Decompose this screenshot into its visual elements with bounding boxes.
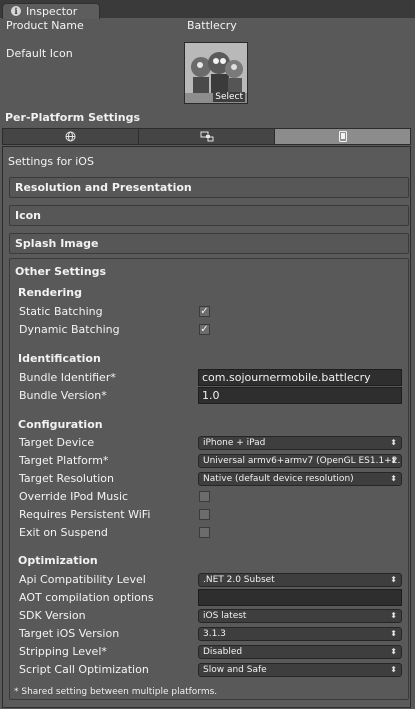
updown-arrow-icon: ⬍ bbox=[390, 611, 397, 620]
api-level-label: Api Compatibility Level bbox=[19, 573, 146, 586]
checkmark-icon: ✓ bbox=[200, 306, 209, 317]
product-name-field[interactable]: Battlecry bbox=[187, 19, 237, 32]
per-platform-title: Per-Platform Settings bbox=[5, 111, 141, 124]
tab-web-platform[interactable] bbox=[3, 129, 139, 144]
bundle-identifier-field[interactable]: com.sojournermobile.battlecry bbox=[198, 369, 402, 386]
bundle-version-field[interactable]: 1.0 bbox=[198, 387, 402, 404]
target-device-dropdown[interactable]: iPhone + iPad ⬍ bbox=[198, 436, 402, 450]
target-resolution-label: Target Resolution bbox=[19, 472, 115, 485]
dynamic-batching-label: Dynamic Batching bbox=[19, 323, 120, 336]
section-other-settings: Other Settings Rendering Static Batching… bbox=[9, 258, 409, 700]
product-name-label: Product Name bbox=[6, 19, 84, 32]
info-icon: i bbox=[11, 6, 21, 16]
override-ipod-checkbox[interactable] bbox=[199, 491, 210, 502]
updown-arrow-icon: ⬍ bbox=[390, 474, 397, 483]
select-icon-button[interactable]: Select bbox=[213, 92, 245, 102]
tab-ios-platform[interactable] bbox=[275, 129, 410, 144]
script-call-value: Slow and Safe bbox=[203, 665, 267, 675]
bundle-version-label: Bundle Version* bbox=[19, 389, 107, 402]
bundle-identifier-label: Bundle Identifier* bbox=[19, 371, 116, 384]
updown-arrow-icon: ⬍ bbox=[390, 456, 397, 465]
dynamic-batching-checkbox[interactable]: ✓ bbox=[199, 324, 210, 335]
target-platform-label: Target Platform* bbox=[19, 454, 109, 467]
globe-icon bbox=[65, 131, 76, 142]
sdk-version-label: SDK Version bbox=[19, 609, 86, 622]
section-resolution-title: Resolution and Presentation bbox=[15, 181, 192, 194]
api-level-value: .NET 2.0 Subset bbox=[203, 575, 275, 585]
section-icon[interactable]: Icon bbox=[9, 205, 409, 226]
checkmark-icon: ✓ bbox=[200, 324, 209, 335]
target-resolution-value: Native (default device resolution) bbox=[203, 474, 354, 484]
target-resolution-dropdown[interactable]: Native (default device resolution) ⬍ bbox=[198, 472, 402, 486]
default-icon-label: Default Icon bbox=[6, 47, 73, 60]
identification-heading: Identification bbox=[18, 352, 101, 365]
tab-inspector[interactable]: i Inspector bbox=[2, 3, 100, 19]
tab-standalone-platform[interactable] bbox=[139, 129, 275, 144]
updown-arrow-icon: ⬍ bbox=[390, 665, 397, 674]
updown-arrow-icon: ⬍ bbox=[390, 575, 397, 584]
aot-options-field[interactable] bbox=[198, 589, 402, 606]
settings-for-label: Settings for iOS bbox=[8, 155, 94, 168]
section-icon-title: Icon bbox=[15, 209, 42, 222]
optimization-heading: Optimization bbox=[18, 554, 98, 567]
script-call-dropdown[interactable]: Slow and Safe ⬍ bbox=[198, 663, 402, 677]
stripping-level-dropdown[interactable]: Disabled ⬍ bbox=[198, 645, 402, 659]
static-batching-checkbox[interactable]: ✓ bbox=[199, 306, 210, 317]
tab-inspector-label: Inspector bbox=[26, 5, 78, 18]
standalone-platform-icon bbox=[200, 131, 213, 142]
updown-arrow-icon: ⬍ bbox=[390, 629, 397, 638]
section-other-title[interactable]: Other Settings bbox=[15, 265, 106, 278]
shared-setting-footnote: * Shared setting between multiple platfo… bbox=[14, 687, 218, 697]
target-platform-value: Universal armv6+armv7 (OpenGL ES1.1+2.0) bbox=[203, 456, 402, 466]
exit-on-suspend-label: Exit on Suspend bbox=[19, 526, 108, 539]
script-call-label: Script Call Optimization bbox=[19, 663, 149, 676]
exit-on-suspend-checkbox[interactable] bbox=[199, 527, 210, 538]
configuration-heading: Configuration bbox=[18, 418, 103, 431]
rendering-heading: Rendering bbox=[18, 286, 82, 299]
target-ios-label: Target iOS Version bbox=[19, 627, 120, 640]
target-device-label: Target Device bbox=[19, 436, 95, 449]
section-splash-image[interactable]: Splash Image bbox=[9, 233, 409, 254]
sdk-version-dropdown[interactable]: iOS latest ⬍ bbox=[198, 609, 402, 623]
override-ipod-label: Override IPod Music bbox=[19, 490, 129, 503]
ios-device-icon bbox=[338, 131, 347, 142]
persistent-wifi-checkbox[interactable] bbox=[199, 509, 210, 520]
section-splash-title: Splash Image bbox=[15, 237, 99, 250]
target-ios-dropdown[interactable]: 3.1.3 ⬍ bbox=[198, 627, 402, 641]
tab-bar: i Inspector bbox=[0, 0, 415, 19]
ios-settings-panel: Settings for iOS Resolution and Presenta… bbox=[2, 146, 411, 708]
target-platform-dropdown[interactable]: Universal armv6+armv7 (OpenGL ES1.1+2.0)… bbox=[198, 454, 402, 468]
target-ios-value: 3.1.3 bbox=[203, 629, 226, 639]
aot-options-label: AOT compilation options bbox=[19, 591, 154, 604]
updown-arrow-icon: ⬍ bbox=[390, 438, 397, 447]
persistent-wifi-label: Requires Persistent WiFi bbox=[19, 508, 151, 521]
target-device-value: iPhone + iPad bbox=[203, 438, 266, 448]
stripping-level-value: Disabled bbox=[203, 647, 243, 657]
sdk-version-value: iOS latest bbox=[203, 611, 247, 621]
api-level-dropdown[interactable]: .NET 2.0 Subset ⬍ bbox=[198, 573, 402, 587]
platform-tabs bbox=[2, 128, 411, 145]
section-resolution[interactable]: Resolution and Presentation bbox=[9, 177, 409, 198]
static-batching-label: Static Batching bbox=[19, 305, 103, 318]
updown-arrow-icon: ⬍ bbox=[390, 647, 397, 656]
stripping-level-label: Stripping Level* bbox=[19, 645, 107, 658]
default-icon-thumbnail[interactable]: Select bbox=[184, 42, 248, 104]
